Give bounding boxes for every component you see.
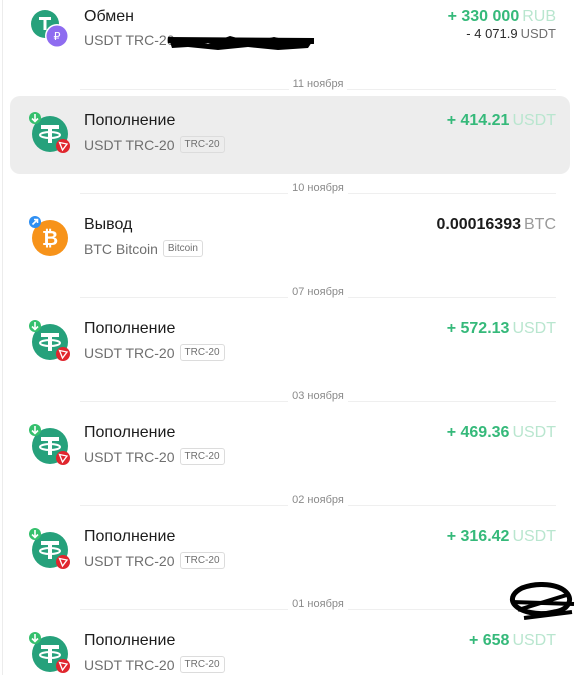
transaction-title: Пополнение (84, 424, 176, 441)
btc-withdraw-icon: ₿ (29, 216, 68, 256)
network-chip: TRC-20 (179, 344, 225, 361)
date-separator: 03 ноября (80, 390, 556, 410)
date-separator: 07 ноября (80, 286, 556, 306)
svg-text:₿: ₿ (42, 226, 58, 250)
network-chip: TRC-20 (179, 136, 225, 153)
svg-text:₽: ₽ (54, 30, 61, 43)
transaction-amount: + 316.42 USDT (446, 528, 556, 545)
transaction-row-deposit[interactable]: Пополнение USDT TRC-20 TRC-20 + 414.21 USD… (10, 96, 570, 174)
transaction-title: Обмен (84, 8, 134, 25)
transaction-asset: USDT TRC-20 TRC-20 (84, 552, 225, 569)
network-chip: TRC-20 (179, 552, 225, 569)
network-chip: TRC-20 (179, 656, 225, 673)
usdt-deposit-icon (29, 528, 70, 569)
transaction-asset: BTC Bitcoin Bitcoin (84, 240, 203, 257)
transaction-asset: USDT TRC-20 TRC-20 (84, 136, 225, 153)
transaction-row-deposit[interactable]: Пополнение USDT TRC-20 TRC-20 + 469.36 USD… (10, 408, 570, 486)
network-chip: TRC-20 (179, 448, 225, 465)
transaction-title: Пополнение (84, 632, 176, 649)
date-separator: 10 ноября (80, 182, 556, 202)
network-chip: Bitcoin (162, 240, 203, 257)
date-separator: 11 ноября (80, 78, 556, 98)
usdt-deposit-icon (29, 632, 70, 673)
transaction-title: Пополнение (84, 528, 176, 545)
date-separator: 02 ноября (80, 494, 556, 514)
transaction-amount-secondary: - 4 071.9 USDT (466, 26, 556, 41)
date-separator: 01 ноября (80, 598, 556, 618)
usdt-deposit-icon (29, 112, 70, 153)
transaction-row-deposit[interactable]: Пополнение USDT TRC-20 TRC-20 + 316.42 USD… (10, 512, 570, 590)
transaction-amount: 0.00016393 BTC (436, 216, 556, 233)
usdt-deposit-icon (29, 320, 70, 361)
usdt-rub-exchange-icon: ₽ (31, 10, 69, 48)
transaction-amount: + 330 000 RUB (447, 8, 556, 25)
transaction-row-withdraw[interactable]: ₿ Вывод BTC Bitcoin Bitcoin 0.00016393 BTC (10, 200, 570, 278)
transaction-title: Пополнение (84, 320, 176, 337)
list-left-border (2, 0, 3, 675)
transaction-title: Пополнение (84, 112, 176, 129)
redaction-scribble (168, 36, 315, 50)
transaction-amount: + 469.36 USDT (446, 424, 556, 441)
transaction-title: Вывод (84, 216, 133, 233)
transaction-asset: USDT TRC-20 TRC-20 (84, 656, 225, 673)
transaction-row-deposit[interactable]: Пополнение USDT TRC-20 TRC-20 + 658 USDT (10, 616, 570, 694)
redaction-scribble (509, 582, 575, 620)
transaction-asset: USDT TRC-20 TRC-20 (84, 448, 225, 465)
transaction-row-deposit[interactable]: Пополнение USDT TRC-20 TRC-20 + 572.13 USD… (10, 304, 570, 382)
transaction-amount: + 414.21 USDT (446, 112, 556, 129)
transaction-asset: USDT TRC-20 TRC-20 (84, 344, 225, 361)
usdt-deposit-icon (29, 424, 70, 465)
transaction-amount: + 658 USDT (468, 632, 556, 649)
transaction-asset: USDT TRC-20 (84, 32, 175, 48)
transaction-amount: + 572.13 USDT (446, 320, 556, 337)
